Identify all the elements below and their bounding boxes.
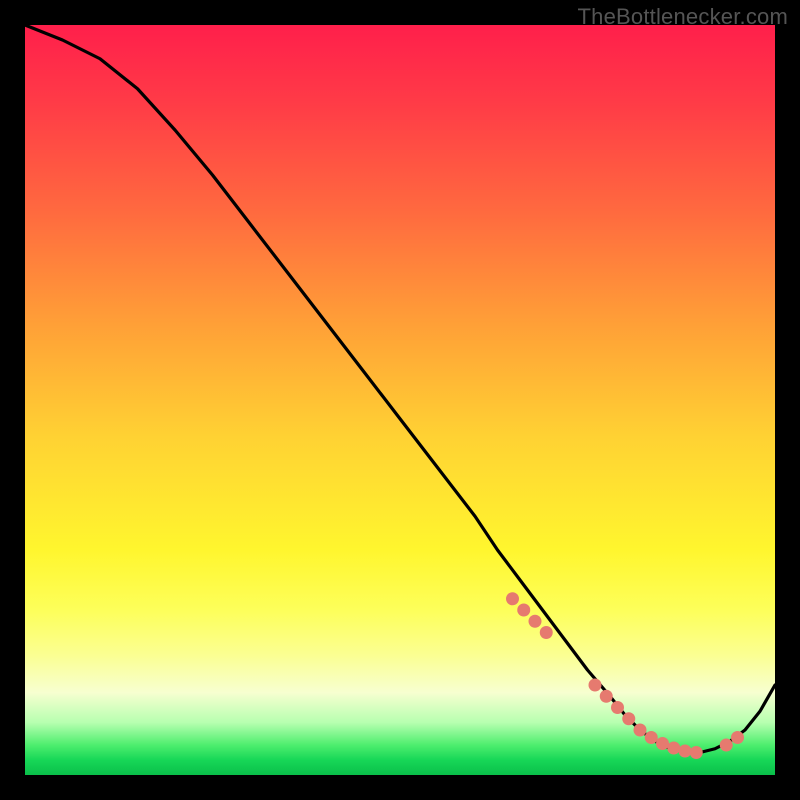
optimal-marker [656, 737, 669, 750]
optimal-marker [611, 701, 624, 714]
optimal-marker [622, 712, 635, 725]
optimal-marker [720, 739, 733, 752]
optimal-marker [506, 592, 519, 605]
optimal-marker [731, 731, 744, 744]
optimal-marker [517, 604, 530, 617]
chart-frame: TheBottlenecker.com [0, 0, 800, 800]
optimal-marker [634, 724, 647, 737]
plot-area [25, 25, 775, 775]
optimal-marker [529, 615, 542, 628]
optimal-marker-group [506, 592, 744, 759]
optimal-marker [679, 745, 692, 758]
optimal-marker [600, 690, 613, 703]
optimal-marker [540, 626, 553, 639]
optimal-marker [690, 746, 703, 759]
optimal-marker [667, 742, 680, 755]
optimal-marker [645, 731, 658, 744]
chart-svg [25, 25, 775, 775]
optimal-marker [589, 679, 602, 692]
bottleneck-curve [25, 25, 775, 753]
